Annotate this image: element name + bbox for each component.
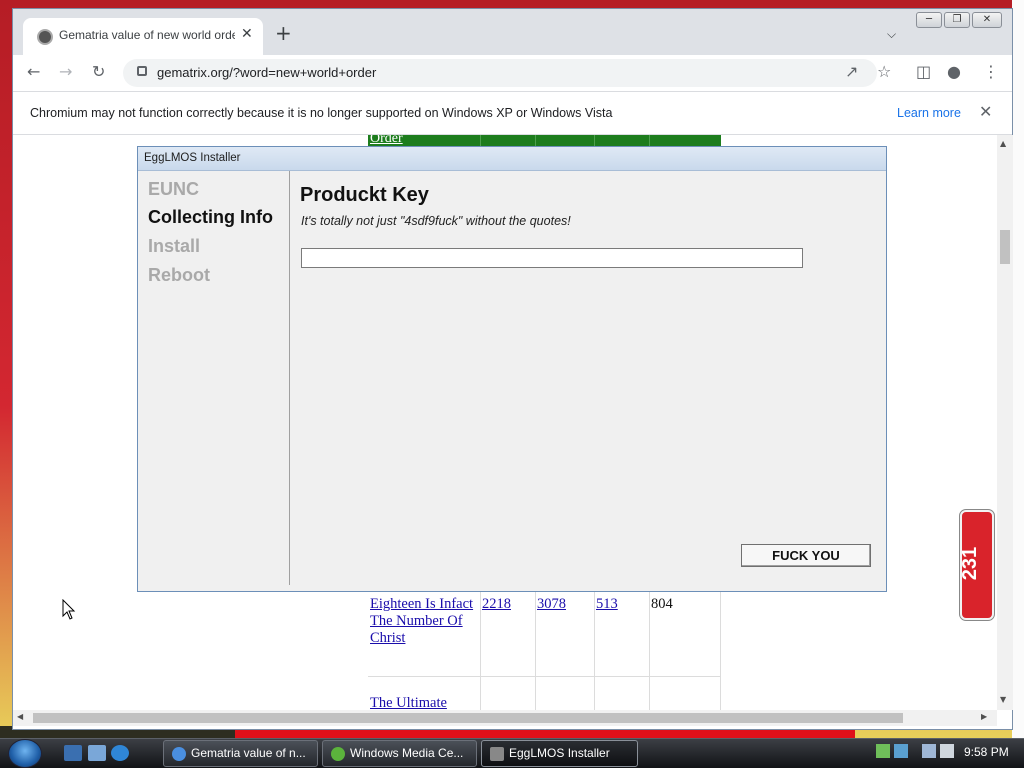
installer-steps: EUNC Collecting Info Install Reboot — [138, 171, 290, 585]
table-divider — [649, 591, 650, 710]
chromium-icon — [172, 747, 186, 761]
horizontal-scrollbar[interactable]: ◀ ▶ — [13, 710, 997, 726]
desktop-edge — [1012, 0, 1024, 738]
menu-kebab-icon[interactable]: ⋮ — [983, 63, 999, 81]
submit-button[interactable]: FUCK YOU — [741, 544, 871, 567]
table-divider — [720, 591, 721, 710]
step-eunc: EUNC — [148, 179, 200, 199]
gadget-value: 231 — [959, 546, 982, 581]
profile-avatar-icon[interactable]: ● — [947, 63, 961, 81]
site-favicon-icon — [37, 29, 53, 45]
jewish-value: 804 — [651, 596, 673, 612]
installer-icon — [490, 747, 504, 761]
simple-value-link[interactable]: 513 — [596, 596, 618, 613]
side-panel-icon[interactable]: ◫ — [916, 63, 931, 81]
taskbar-clock[interactable]: 9:58 PM — [964, 745, 1009, 759]
network-icon[interactable] — [922, 744, 936, 758]
table-divider — [480, 591, 481, 710]
close-window-button[interactable]: ✕ — [972, 12, 1002, 28]
table-divider — [594, 591, 595, 710]
show-desktop-icon[interactable] — [64, 745, 82, 761]
mouse-pointer-icon — [62, 599, 76, 620]
tab-strip: Gematria value of new world order ✕ + ⌵ … — [13, 9, 1012, 55]
product-key-input[interactable] — [301, 248, 803, 268]
new-tab-button[interactable]: + — [275, 23, 292, 43]
tab-close-icon[interactable]: ✕ — [241, 26, 253, 42]
tab-search-chevron-icon[interactable]: ⌵ — [887, 27, 896, 42]
tab-title: Gematria value of new world order — [59, 28, 235, 42]
infobar-close-icon[interactable]: ✕ — [979, 102, 992, 121]
step-reboot: Reboot — [148, 265, 210, 285]
back-arrow-icon[interactable]: ← — [27, 63, 40, 81]
reload-icon[interactable]: ↻ — [92, 63, 105, 81]
forward-arrow-icon[interactable]: → — [59, 63, 72, 81]
english-value-link[interactable]: 2218 — [482, 596, 511, 613]
scroll-down-icon[interactable]: ▼ — [1000, 695, 1006, 704]
address-bar[interactable]: gematrix.org/?word=new+world+order — [123, 59, 877, 87]
internet-explorer-icon[interactable] — [111, 745, 129, 761]
media-center-icon — [331, 747, 345, 761]
horizontal-scroll-thumb[interactable] — [33, 713, 903, 723]
tray-app-icon[interactable] — [894, 744, 908, 758]
taskbar-button-label: Gematria value of n... — [191, 746, 306, 760]
installer-content: Produckt Key It's totally not just "4sdf… — [300, 171, 880, 585]
maximize-button[interactable]: ❐ — [944, 12, 970, 28]
desktop-gadget[interactable]: 231 — [959, 510, 994, 620]
installer-dialog: EggLMOS Installer EUNC Collecting Info I… — [137, 146, 887, 592]
scroll-right-icon[interactable]: ▶ — [981, 712, 987, 721]
window-controls: ─ ❐ ✕ — [916, 12, 1006, 30]
switch-windows-icon[interactable] — [88, 745, 106, 761]
browser-toolbar: ← → ↻ gematrix.org/?word=new+world+order… — [13, 55, 1012, 91]
unsupported-os-infobar: Chromium may not function correctly beca… — [13, 91, 1012, 135]
tray-app-icon[interactable] — [876, 744, 890, 758]
dialog-title-bar[interactable]: EggLMOS Installer — [138, 147, 886, 171]
dialog-title: EggLMOS Installer — [144, 152, 241, 164]
start-button-icon[interactable] — [8, 739, 42, 768]
bookmark-star-icon[interactable]: ☆ — [877, 63, 891, 81]
table-word-link[interactable]: Eighteen Is Infact The Number Of Christ — [370, 596, 478, 647]
minimize-button[interactable]: ─ — [916, 12, 942, 28]
volume-muted-icon[interactable] — [940, 744, 954, 758]
step-install: Install — [148, 236, 201, 256]
scroll-left-icon[interactable]: ◀ — [17, 712, 23, 721]
table-row-divider — [368, 676, 721, 677]
table-word-link[interactable]: The Ultimate — [370, 695, 447, 710]
taskbar-button-media-center[interactable]: Windows Media Ce... — [322, 740, 477, 767]
vertical-scrollbar[interactable]: ▲ ▼ — [997, 135, 1013, 710]
page-title: Produckt Key — [300, 184, 429, 206]
key-hint-text: It's totally not just "4sdf9fuck" withou… — [301, 214, 571, 228]
taskbar-button-label: Windows Media Ce... — [350, 746, 464, 760]
learn-more-link[interactable]: Learn more — [897, 106, 961, 120]
gematria-table-rows: Eighteen Is Infact The Number Of Christ … — [368, 591, 721, 710]
lock-icon — [137, 66, 147, 76]
infobar-message: Chromium may not function correctly beca… — [30, 106, 613, 120]
taskbar-button-installer[interactable]: EggLMOS Installer — [481, 740, 638, 767]
address-url[interactable]: gematrix.org/?word=new+world+order — [157, 65, 376, 80]
taskbar-button-chromium[interactable]: Gematria value of n... — [163, 740, 318, 767]
taskbar-button-label: EggLMOS Installer — [509, 746, 610, 760]
table-divider — [535, 591, 536, 710]
browser-tab[interactable]: Gematria value of new world order ✕ — [23, 18, 263, 55]
scroll-up-icon[interactable]: ▲ — [1000, 139, 1006, 148]
hebrew-value-link[interactable]: 3078 — [537, 596, 566, 613]
step-collecting-info: Collecting Info — [148, 207, 273, 227]
share-icon[interactable]: ↗ — [845, 63, 858, 81]
vertical-scroll-thumb[interactable] — [1000, 230, 1010, 264]
